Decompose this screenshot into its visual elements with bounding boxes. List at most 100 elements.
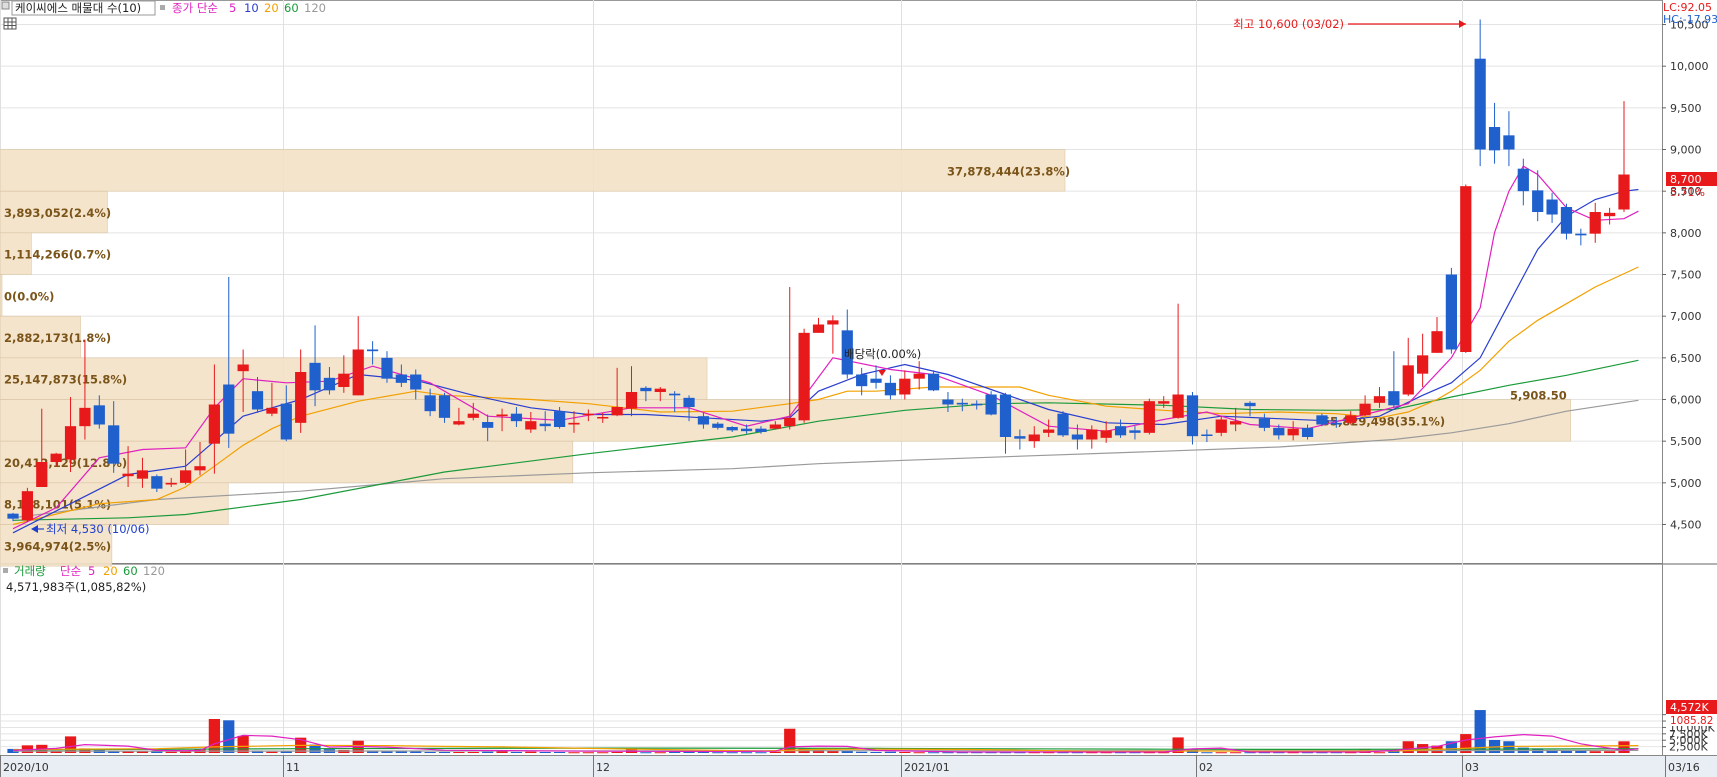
candle-body[interactable]: [309, 362, 321, 391]
volume-bar[interactable]: [784, 728, 796, 753]
candle-body[interactable]: [122, 473, 134, 477]
candle-body[interactable]: [194, 466, 206, 471]
volume-bar[interactable]: [1215, 752, 1227, 754]
volume-bar[interactable]: [223, 720, 235, 753]
candle-body[interactable]: [568, 422, 580, 425]
candle-body[interactable]: [36, 462, 48, 488]
candle-body[interactable]: [1359, 403, 1371, 416]
candle-body[interactable]: [942, 399, 954, 405]
candle-body[interactable]: [740, 428, 753, 432]
volume-bar[interactable]: [740, 752, 753, 754]
candle-body[interactable]: [1172, 394, 1184, 418]
candle-body[interactable]: [280, 403, 292, 440]
stock-chart[interactable]: 37,878,444(23.8%) 3,893,052(2.4%) 1,114,26…: [0, 0, 1717, 777]
candle-body[interactable]: [726, 427, 738, 431]
candle-body[interactable]: [971, 403, 983, 406]
volume-bar[interactable]: [927, 752, 940, 754]
candle-body[interactable]: [208, 404, 220, 444]
candle-body[interactable]: [21, 491, 33, 521]
volume-bar[interactable]: [1560, 750, 1573, 753]
volume-bar[interactable]: [553, 751, 566, 753]
candle-body[interactable]: [913, 373, 925, 379]
volume-bar[interactable]: [640, 752, 652, 754]
volume-bar[interactable]: [1402, 741, 1414, 753]
candle-body[interactable]: [79, 407, 91, 427]
volume-bar[interactable]: [870, 751, 882, 753]
price-legend-title[interactable]: 케이씨에스 매물대 수(10): [15, 1, 141, 15]
candle-body[interactable]: [1301, 427, 1314, 438]
candle-body[interactable]: [7, 513, 19, 519]
volume-bar[interactable]: [769, 751, 781, 753]
candle-body[interactable]: [611, 407, 623, 416]
candle-body[interactable]: [295, 372, 307, 423]
candle-body[interactable]: [266, 407, 278, 414]
candle-body[interactable]: [1316, 415, 1328, 425]
candle-body[interactable]: [1460, 186, 1472, 353]
candle-body[interactable]: [93, 405, 105, 425]
volume-bar[interactable]: [510, 751, 523, 753]
volume-bar[interactable]: [424, 751, 436, 753]
candle-body[interactable]: [1488, 127, 1501, 151]
volume-bar[interactable]: [654, 752, 666, 754]
candle-body[interactable]: [1230, 421, 1242, 425]
table-view-icon[interactable]: [3, 17, 17, 30]
volume-bar[interactable]: [539, 751, 551, 753]
candle-body[interactable]: [1474, 58, 1486, 150]
volume-bar[interactable]: [582, 752, 594, 754]
candle-body[interactable]: [1431, 331, 1443, 353]
volume-bar[interactable]: [438, 751, 451, 753]
candle-body[interactable]: [712, 423, 724, 428]
candle-body[interactable]: [1503, 135, 1515, 150]
candle-body[interactable]: [669, 393, 681, 396]
candle-body[interactable]: [1201, 434, 1213, 437]
candle-body[interactable]: [1589, 212, 1601, 234]
candle-body[interactable]: [496, 414, 508, 417]
candle-body[interactable]: [1388, 391, 1400, 406]
volume-bar[interactable]: [1604, 751, 1616, 753]
candle-body[interactable]: [323, 377, 336, 391]
candle-body[interactable]: [654, 388, 666, 393]
candle-body[interactable]: [683, 397, 695, 408]
candle-body[interactable]: [985, 394, 997, 415]
volume-bar[interactable]: [597, 752, 609, 754]
volume-bar[interactable]: [1474, 710, 1486, 753]
candle-body[interactable]: [1043, 429, 1055, 433]
candle-body[interactable]: [1517, 168, 1529, 192]
candle-body[interactable]: [899, 378, 911, 395]
candle-body[interactable]: [223, 384, 235, 434]
candle-body[interactable]: [366, 349, 379, 352]
candle-body[interactable]: [108, 425, 120, 464]
candle-body[interactable]: [870, 378, 882, 383]
candle-body[interactable]: [769, 424, 781, 429]
volume-bar[interactable]: [755, 752, 767, 754]
candle-body[interactable]: [856, 374, 868, 387]
candle-body[interactable]: [453, 421, 465, 425]
volume-bar[interactable]: [453, 751, 465, 753]
candle-body[interactable]: [165, 482, 177, 485]
candle-body[interactable]: [1258, 418, 1271, 428]
candle-body[interactable]: [1086, 429, 1098, 440]
candle-body[interactable]: [1057, 413, 1069, 436]
volume-bar[interactable]: [1230, 752, 1242, 754]
candle-body[interactable]: [50, 453, 62, 463]
candle-body[interactable]: [1071, 434, 1084, 440]
candle-body[interactable]: [1445, 274, 1458, 350]
candle-body[interactable]: [1618, 174, 1630, 210]
candle-body[interactable]: [582, 413, 594, 416]
candle-body[interactable]: [1114, 426, 1127, 436]
candle-body[interactable]: [812, 324, 825, 333]
candle-body[interactable]: [136, 470, 149, 479]
volume-bar[interactable]: [1201, 752, 1213, 754]
volume-bar[interactable]: [1373, 752, 1386, 754]
candle-body[interactable]: [927, 373, 940, 391]
volume-bar[interactable]: [208, 719, 220, 753]
volume-bar[interactable]: [467, 751, 479, 753]
candle-body[interactable]: [1575, 233, 1587, 236]
volume-bar[interactable]: [884, 751, 897, 753]
candle-body[interactable]: [251, 391, 264, 410]
candle-body[interactable]: [625, 392, 638, 409]
candle-body[interactable]: [999, 394, 1012, 438]
candle-body[interactable]: [467, 413, 479, 418]
volume-bar[interactable]: [913, 752, 925, 754]
candle-body[interactable]: [1373, 396, 1386, 403]
